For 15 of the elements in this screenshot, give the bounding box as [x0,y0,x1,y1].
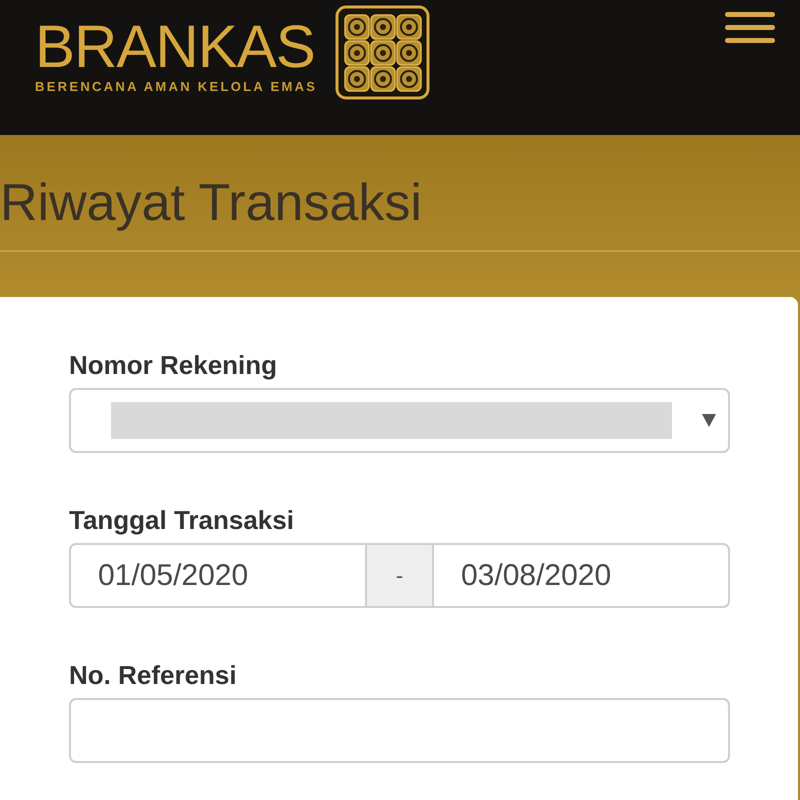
field-label: Nomor Rekening [69,350,278,380]
date-range-separator: - [367,543,432,608]
field-label: Tanggal Transaksi [69,505,294,535]
page-title: Riwayat Transaksi [0,173,423,233]
caret-icon [702,414,716,427]
field-label: No. Referensi [69,660,237,690]
menu-button[interactable] [725,12,775,44]
menu-icon [725,12,775,44]
date-from-field[interactable]: 01/05/2020 [69,543,367,608]
brand-tagline: BERENCANA AMAN KELOLA EMAS [35,79,318,94]
logo-icon [335,5,430,100]
input-field[interactable] [69,698,730,763]
brand-name: BRANKAS [35,17,316,77]
date-to-field[interactable]: 03/08/2020 [432,543,730,608]
account-select[interactable] [69,388,730,453]
